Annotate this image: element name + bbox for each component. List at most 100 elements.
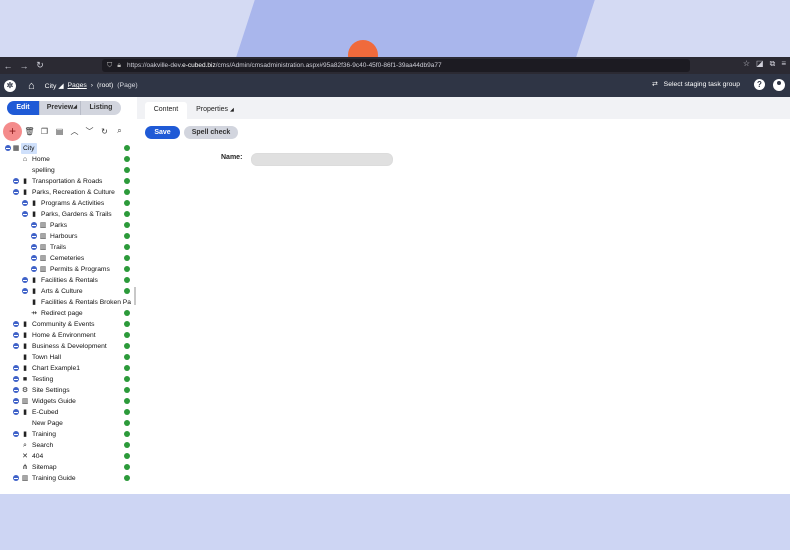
tree-item[interactable]: ⌂ Home xyxy=(0,154,137,165)
home-icon[interactable]: ⌂ xyxy=(28,80,35,92)
add-page-button[interactable]: + xyxy=(3,121,22,141)
expand-toggle-icon[interactable] xyxy=(13,343,19,349)
tree-scrollbar[interactable] xyxy=(134,287,136,305)
expand-toggle-icon[interactable] xyxy=(13,321,19,327)
tree-item[interactable]: ▥ Trails xyxy=(0,242,137,253)
tree-item[interactable]: ▮ Business & Development xyxy=(0,341,137,352)
menu-icon[interactable]: ≡ xyxy=(781,59,786,69)
tree-item[interactable]: ⇸ Redirect page xyxy=(0,308,137,319)
tree-item[interactable]: ▮ Community & Events xyxy=(0,319,137,330)
shield-icon: ⛉ xyxy=(107,61,113,69)
expand-toggle-icon[interactable] xyxy=(31,255,37,261)
expand-toggle-icon[interactable] xyxy=(13,376,19,382)
tree-item[interactable]: ▮ Arts & Culture xyxy=(0,286,137,297)
expand-toggle-icon[interactable] xyxy=(31,244,37,250)
page-icon: ▮ xyxy=(32,200,36,207)
spell-check-button[interactable]: Spell check xyxy=(184,126,238,139)
delete-icon[interactable]: 🗑︎ xyxy=(22,127,37,136)
tree-item[interactable]: ▥ Permits & Programs xyxy=(0,264,137,275)
tree-item[interactable]: ▥ Widgets Guide xyxy=(0,396,137,407)
expand-toggle-icon[interactable] xyxy=(13,178,19,184)
published-status-icon xyxy=(124,453,130,459)
tree-item[interactable]: ▮ E-Cubed xyxy=(0,407,137,418)
forward-arrow-icon[interactable]: → xyxy=(16,61,32,71)
tab-properties[interactable]: Properties ◢ xyxy=(193,102,237,119)
tree-item[interactable]: ▮ Training xyxy=(0,429,137,440)
published-status-icon xyxy=(124,365,130,371)
tree-item[interactable]: ▮ Parks, Gardens & Trails xyxy=(0,209,137,220)
refresh-icon[interactable]: ↻ xyxy=(97,127,112,136)
tree-item[interactable]: ▮ Facilities & Rentals xyxy=(0,275,137,286)
bookmark-star-icon[interactable]: ☆ xyxy=(743,59,750,69)
expand-toggle-icon[interactable] xyxy=(31,266,37,272)
tree-item-label: Programs & Activities xyxy=(41,200,105,207)
pocket-icon[interactable]: ◪ xyxy=(756,59,764,69)
user-avatar-icon[interactable] xyxy=(773,79,785,91)
tree-item-city[interactable]: ▦ City xyxy=(0,143,137,154)
tree-item[interactable]: ▥ Training Guide xyxy=(0,473,137,484)
extensions-icon[interactable]: ⧉ xyxy=(770,59,776,69)
mode-toggle: Edit Preview ◢ Listing xyxy=(7,101,121,115)
expand-toggle-icon[interactable] xyxy=(13,475,19,481)
mode-preview[interactable]: Preview ◢ xyxy=(40,101,81,115)
expand-toggle-icon[interactable] xyxy=(13,398,19,404)
copy-icon[interactable]: ❐ xyxy=(37,127,52,136)
tree-item[interactable]: ▮ Facilities & Rentals Broken Pa xyxy=(0,297,137,308)
breadcrumb-root: (root) xyxy=(97,82,114,89)
search-icon[interactable]: ⌕ xyxy=(112,126,127,136)
staging-selector[interactable]: ⇄ Select staging task group xyxy=(652,80,740,89)
tree-item[interactable]: ✕ 404 xyxy=(0,451,137,462)
move-up-icon[interactable]: ︿ xyxy=(67,126,82,137)
expand-toggle-icon[interactable] xyxy=(13,387,19,393)
expand-toggle-icon[interactable] xyxy=(22,200,28,206)
expand-toggle-icon[interactable] xyxy=(13,409,19,415)
tab-content[interactable]: Content xyxy=(145,102,187,119)
browser-window: ← → ↻ ⛉ 🔒︎ https://oakville-dev.e-cubed.… xyxy=(0,57,790,494)
tree-item[interactable]: ⋔ Sitemap xyxy=(0,462,137,473)
page-icon: ▮ xyxy=(23,343,27,350)
tree-item-label: Parks, Gardens & Trails xyxy=(41,211,112,218)
tree-item[interactable]: ▮ Chart Example1 xyxy=(0,363,137,374)
expand-toggle-icon[interactable] xyxy=(13,332,19,338)
tree-item[interactable]: ▮ Parks, Recreation & Culture xyxy=(0,187,137,198)
back-arrow-icon[interactable]: ← xyxy=(0,61,16,71)
tree-item[interactable]: New Page xyxy=(0,418,137,429)
tree-item[interactable]: ▮ Town Hall xyxy=(0,352,137,363)
name-input[interactable] xyxy=(251,153,393,166)
expand-toggle-icon[interactable] xyxy=(22,288,28,294)
published-status-icon xyxy=(124,321,130,327)
page-icon: ▮ xyxy=(23,354,27,361)
expand-toggle-icon[interactable] xyxy=(13,365,19,371)
collapse-toggle-icon[interactable] xyxy=(5,145,11,151)
save-button[interactable]: Save xyxy=(145,126,180,139)
collapse-toggle-icon[interactable] xyxy=(13,189,19,195)
mode-edit[interactable]: Edit xyxy=(7,101,40,115)
tree-item[interactable]: ▮ Home & Environment xyxy=(0,330,137,341)
tree-item[interactable]: ▮ Programs & Activities xyxy=(0,198,137,209)
tree-item[interactable]: ⚙ Site Settings xyxy=(0,385,137,396)
help-icon[interactable]: ? xyxy=(754,79,765,90)
tree-item[interactable]: spelling xyxy=(0,165,137,176)
tree-item[interactable]: ▥ Cemeteries xyxy=(0,253,137,264)
tree-item-label: New Page xyxy=(32,420,63,427)
tree-item[interactable]: ▮ Transportation & Roads xyxy=(0,176,137,187)
move-down-icon[interactable]: ﹀ xyxy=(82,126,97,137)
app-logo-icon[interactable]: ✲ xyxy=(4,79,16,92)
site-selector[interactable]: City ◢ xyxy=(45,82,64,90)
url-bar[interactable]: ⛉ 🔒︎ https://oakville-dev.e-cubed.biz/cm… xyxy=(102,59,690,72)
breadcrumb-pages[interactable]: Pages xyxy=(68,82,87,89)
expand-toggle-icon[interactable] xyxy=(31,222,37,228)
page-icon: ▮ xyxy=(32,277,36,284)
tree-item[interactable]: ▥ Harbours xyxy=(0,231,137,242)
tree-item[interactable]: ⌕ Search xyxy=(0,440,137,451)
move-icon[interactable]: ▤ xyxy=(52,127,67,136)
expand-toggle-icon[interactable] xyxy=(13,431,19,437)
reload-icon[interactable]: ↻ xyxy=(32,60,48,71)
expand-toggle-icon[interactable] xyxy=(22,277,28,283)
tree-item[interactable]: ■ Testing xyxy=(0,374,137,385)
editor-panel: Content Properties ◢ Save Spell check Nam… xyxy=(137,97,790,494)
mode-listing[interactable]: Listing xyxy=(81,101,121,115)
expand-toggle-icon[interactable] xyxy=(31,233,37,239)
tree-item[interactable]: ▥ Parks xyxy=(0,220,137,231)
collapse-toggle-icon[interactable] xyxy=(22,211,28,217)
